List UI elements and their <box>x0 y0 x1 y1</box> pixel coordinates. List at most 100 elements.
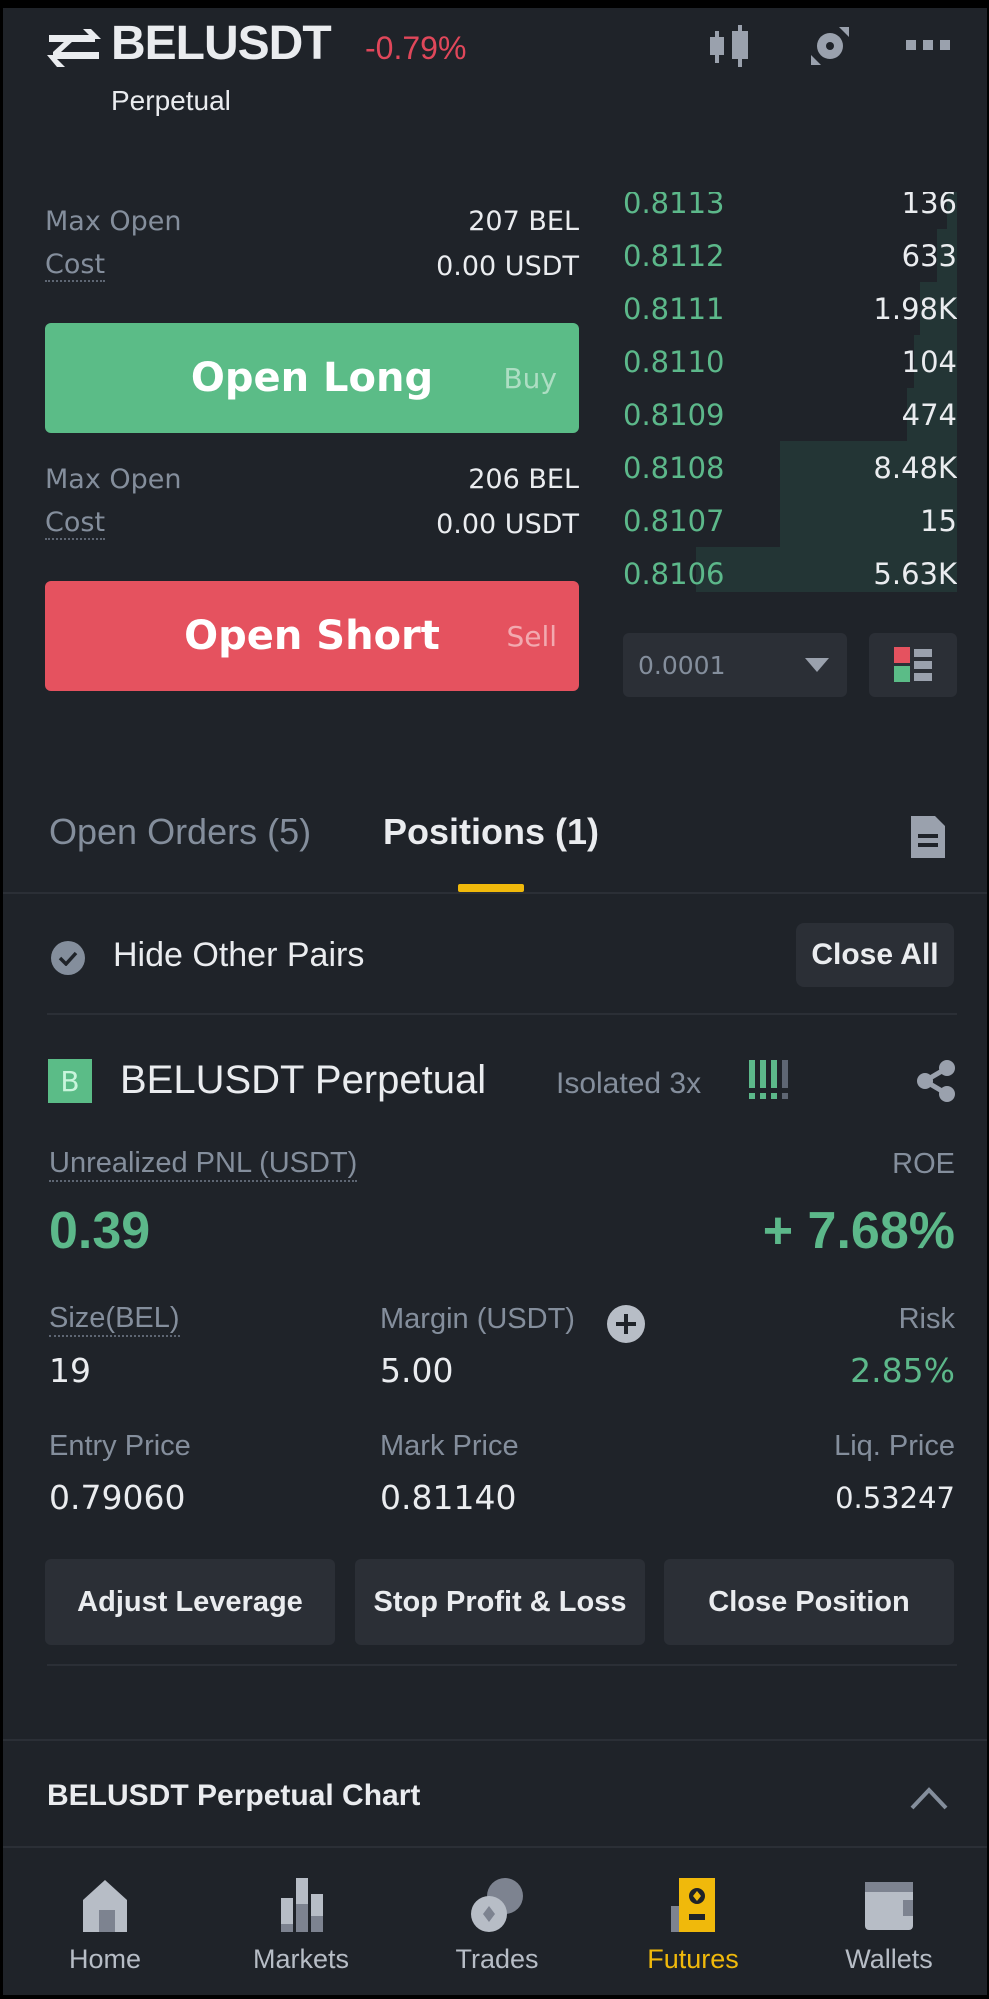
liq-price-label: Liq. Price <box>834 1430 955 1462</box>
short-cost-row: Cost 0.00 USDT <box>45 508 579 540</box>
bid-quantity: 136 <box>901 192 957 220</box>
trades-icon <box>471 1878 523 1932</box>
contract-type: Perpetual <box>111 85 231 116</box>
chart-section-title[interactable]: BELUSDT Perpetual Chart <box>47 1779 420 1813</box>
add-margin-icon[interactable] <box>607 1305 645 1343</box>
precision-select[interactable]: 0.0001 <box>623 633 847 697</box>
roe-label: ROE <box>892 1148 955 1180</box>
risk-label: Risk <box>898 1303 955 1335</box>
bid-price: 0.8108 <box>623 450 725 485</box>
nav-label: Home <box>68 1944 142 1974</box>
hide-other-pairs-checkbox[interactable] <box>51 941 85 975</box>
risk-level-indicator <box>749 1060 788 1100</box>
long-max-open-row: Max Open 207 BEL <box>45 206 579 237</box>
futures-icon <box>671 1878 715 1932</box>
nav-label: Markets <box>252 1944 350 1974</box>
candlestick-chart-icon[interactable] <box>706 22 756 68</box>
nav-markets[interactable]: Markets <box>203 1848 399 1995</box>
active-tab-indicator <box>458 884 524 892</box>
position-side-badge: B <box>48 1059 92 1103</box>
size-value: 19 <box>49 1351 91 1390</box>
risk-bar-filled <box>760 1060 766 1100</box>
open-long-label: Open Long <box>190 355 434 401</box>
mark-price-label: Mark Price <box>380 1430 519 1462</box>
tab-positions[interactable]: Positions (1) <box>383 811 599 853</box>
order-book: 0.8113 136 0.8112 633 0.8111 1.98K 0.8110 104 0.… <box>623 192 957 592</box>
wallet-icon <box>865 1882 913 1930</box>
position-title[interactable]: BELUSDT Perpetual <box>120 1058 486 1103</box>
cost-value: 0.00 USDT <box>436 509 579 540</box>
bid-price: 0.8110 <box>623 344 725 379</box>
buy-label: Buy <box>503 361 557 395</box>
price-change: -0.79% <box>365 30 467 66</box>
more-icon[interactable] <box>903 22 953 68</box>
unrealized-pnl-value: 0.39 <box>49 1202 151 1260</box>
close-position-button[interactable]: Close Position <box>664 1559 954 1645</box>
hide-other-pairs-label[interactable]: Hide Other Pairs <box>113 936 364 975</box>
nav-home[interactable]: Home <box>7 1848 203 1995</box>
bid-quantity: 633 <box>901 238 957 273</box>
precision-value: 0.0001 <box>638 650 726 680</box>
bottom-nav: Home Markets Trades Futures Wallets <box>3 1846 987 1995</box>
entry-price-label: Entry Price <box>49 1430 191 1462</box>
bid-price: 0.8111 <box>623 291 725 326</box>
mark-price-value: 0.81140 <box>380 1478 517 1517</box>
margin-value: 5.00 <box>380 1351 454 1390</box>
cost-label[interactable]: Cost <box>45 250 106 282</box>
bid-quantity: 104 <box>901 344 957 379</box>
unrealized-pnl-label[interactable]: Unrealized PNL (USDT) <box>49 1147 358 1182</box>
margin-mode-leverage[interactable]: Isolated 3x <box>556 1067 701 1101</box>
position-card-divider <box>47 1664 957 1666</box>
max-open-value: 207 BEL <box>468 206 579 237</box>
bid-price: 0.8113 <box>623 192 725 220</box>
futures-trading-screen: BELUSDT -0.79% Perpetual Max Open 207 BE… <box>3 8 987 1995</box>
open-short-button[interactable]: Open Short Sell <box>45 581 579 691</box>
risk-bar-filled <box>749 1060 755 1100</box>
symbol-title[interactable]: BELUSDT <box>111 16 332 71</box>
dropdown-triangle-icon <box>805 658 829 672</box>
order-book-row[interactable]: 0.8113 136 <box>623 192 957 229</box>
order-history-icon[interactable] <box>911 816 945 858</box>
home-icon <box>83 1880 127 1932</box>
risk-bar-empty <box>782 1060 788 1100</box>
chevron-up-icon[interactable] <box>909 1782 949 1812</box>
chart-section-divider <box>3 1739 987 1741</box>
cost-value: 0.00 USDT <box>436 251 579 282</box>
bid-quantity: 1.98K <box>873 291 957 326</box>
order-book-row[interactable]: 0.8107 15 <box>623 494 957 547</box>
nav-label: Trades <box>455 1944 539 1974</box>
order-book-row[interactable]: 0.8109 474 <box>623 388 957 441</box>
checkmark-icon <box>58 951 78 966</box>
long-cost-row: Cost 0.00 USDT <box>45 250 579 282</box>
calculator-icon[interactable] <box>806 22 856 68</box>
markets-icon <box>281 1878 323 1932</box>
open-long-button[interactable]: Open Long Buy <box>45 323 579 433</box>
bid-price: 0.8107 <box>623 503 725 538</box>
order-book-row[interactable]: 0.8112 633 <box>623 229 957 282</box>
tabs-divider <box>3 892 987 894</box>
nav-label: Futures <box>647 1944 739 1974</box>
stop-profit-loss-button[interactable]: Stop Profit & Loss <box>355 1559 645 1645</box>
tab-open-orders[interactable]: Open Orders (5) <box>49 811 311 853</box>
adjust-leverage-button[interactable]: Adjust Leverage <box>45 1559 335 1645</box>
close-all-button[interactable]: Close All <box>796 923 954 987</box>
order-book-layout-icon <box>894 647 932 682</box>
nav-trades[interactable]: Trades <box>399 1848 595 1995</box>
risk-bar-filled <box>771 1060 777 1100</box>
swap-icon[interactable] <box>47 25 101 69</box>
order-book-row[interactable]: 0.8110 104 <box>623 335 957 388</box>
size-label[interactable]: Size(BEL) <box>49 1302 180 1337</box>
filter-divider <box>47 1013 957 1015</box>
order-book-row[interactable]: 0.8106 5.63K <box>623 547 957 592</box>
share-icon[interactable] <box>915 1060 957 1102</box>
cost-label[interactable]: Cost <box>45 508 106 540</box>
nav-label: Wallets <box>845 1944 933 1974</box>
order-book-layout-button[interactable] <box>869 633 957 697</box>
short-max-open-row: Max Open 206 BEL <box>45 464 579 495</box>
nav-futures[interactable]: Futures <box>595 1848 791 1995</box>
order-book-row[interactable]: 0.8111 1.98K <box>623 282 957 335</box>
nav-wallets[interactable]: Wallets <box>791 1848 987 1995</box>
order-book-row[interactable]: 0.8108 8.48K <box>623 441 957 494</box>
bid-price: 0.8109 <box>623 397 725 432</box>
liq-price-value: 0.53247 <box>835 1481 955 1515</box>
